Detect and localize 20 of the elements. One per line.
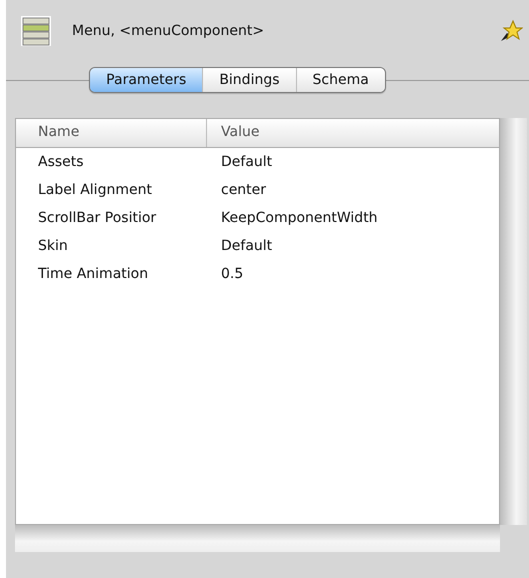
- table-cell-text: Time Animation: [37, 266, 150, 282]
- vertical-scrollbar[interactable]: [500, 118, 527, 525]
- table-cell-text: Assets: [37, 154, 85, 170]
- horizontal-scrollbar[interactable]: [15, 525, 500, 552]
- table-cell-text: center: [220, 182, 268, 198]
- star-icon[interactable]: [499, 19, 523, 43]
- column-header[interactable]: Value: [206, 119, 499, 147]
- tab[interactable]: Schema: [296, 68, 385, 92]
- tab[interactable]: Bindings: [202, 68, 296, 92]
- table-cell-text: ScrollBar Positior: [37, 210, 158, 226]
- table-cell-text: Default: [220, 154, 274, 170]
- list-icon: [20, 15, 52, 47]
- panel-title: Menu, <menuComponent>: [72, 23, 266, 39]
- table-cell-text: Skin: [37, 238, 69, 254]
- table-cell-text: Label Alignment: [37, 182, 153, 198]
- table-cell-text: Default: [220, 238, 274, 254]
- table-cell-text: KeepComponentWidth: [220, 210, 379, 226]
- column-header[interactable]: Name: [16, 119, 206, 147]
- tab[interactable]: Parameters: [90, 68, 202, 92]
- table-cell-text: 0.5: [220, 266, 244, 282]
